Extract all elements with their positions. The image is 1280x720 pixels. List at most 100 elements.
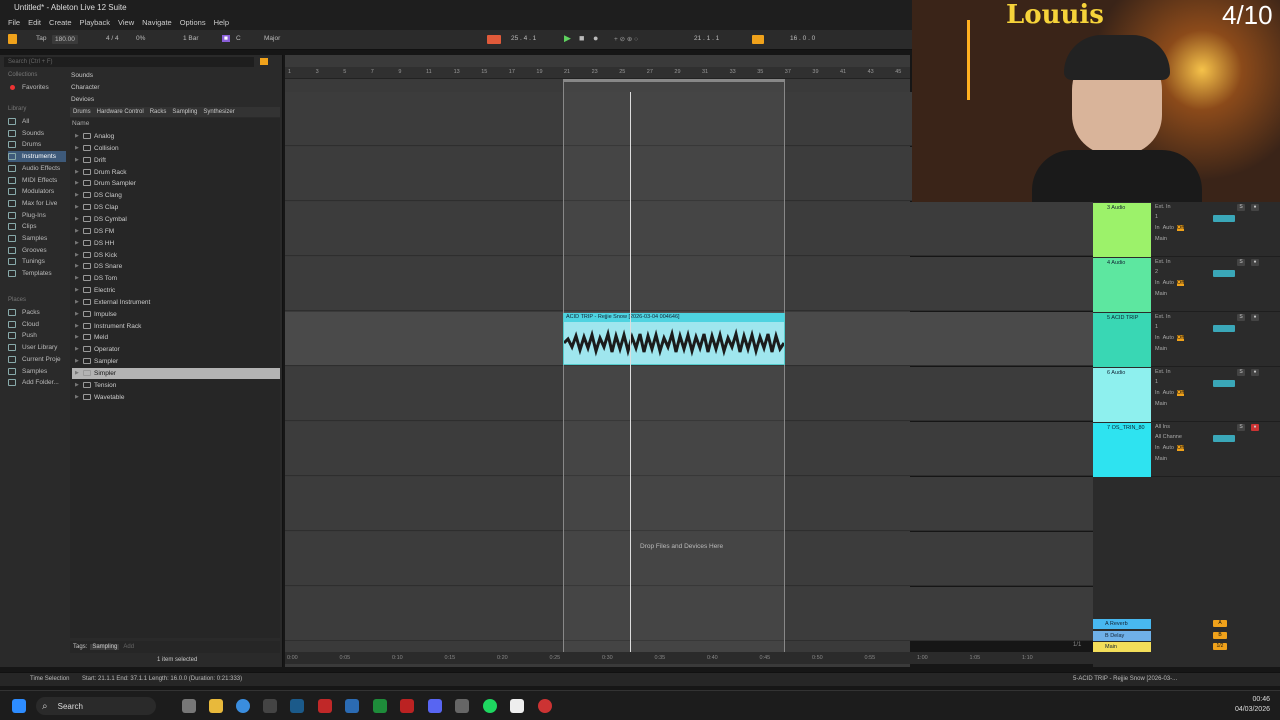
place-item-user-library[interactable]: User Library <box>8 342 66 353</box>
expand-arrow-icon[interactable]: ▶ <box>75 131 79 142</box>
name-column-header[interactable]: Name <box>72 120 89 127</box>
tag-drums[interactable]: Drums <box>73 109 91 115</box>
monitor-in-button[interactable]: In <box>1155 390 1160 396</box>
device-item[interactable]: ▶ DS Clap <box>72 202 280 213</box>
device-item[interactable]: ▶ Meld <box>72 332 280 343</box>
device-item[interactable]: ▶ DS Cymbal <box>72 214 280 225</box>
link-icon[interactable] <box>8 34 17 44</box>
expand-arrow-icon[interactable]: ▶ <box>75 167 79 178</box>
input-channel-select[interactable]: All Channe <box>1155 434 1182 440</box>
arrangement-record-icon[interactable] <box>487 35 501 44</box>
app-gear-icon[interactable] <box>455 699 469 713</box>
expand-arrow-icon[interactable]: ▶ <box>75 309 79 320</box>
arm-button[interactable]: ● <box>1251 314 1259 321</box>
arm-button[interactable]: ● <box>1251 369 1259 376</box>
tag-racks[interactable]: Racks <box>150 109 167 115</box>
expand-arrow-icon[interactable]: ▶ <box>75 344 79 355</box>
monitor-in-button[interactable]: In <box>1155 335 1160 341</box>
device-item[interactable]: ▶ External Instrument <box>72 297 280 308</box>
tap-button[interactable]: Tap <box>36 35 46 42</box>
expand-arrow-icon[interactable]: ▶ <box>75 380 79 391</box>
output-select[interactable]: Main <box>1155 346 1167 352</box>
arm-button[interactable]: ● <box>1251 424 1259 431</box>
arm-button[interactable]: ● <box>1251 204 1259 211</box>
expand-arrow-icon[interactable]: ▶ <box>75 321 79 332</box>
expand-arrow-icon[interactable]: ▶ <box>75 190 79 201</box>
expand-arrow-icon[interactable]: ▶ <box>75 238 79 249</box>
time-signature[interactable]: 4 / 4 <box>106 35 119 42</box>
menu-options[interactable]: Options <box>180 18 206 27</box>
device-item[interactable]: ▶ Sampler <box>72 356 280 367</box>
acrobat-icon[interactable] <box>318 699 332 713</box>
library-item-all[interactable]: All <box>8 116 66 127</box>
device-item[interactable]: ▶ Instrument Rack <box>72 321 280 332</box>
device-item[interactable]: ▶ DS Tom <box>72 273 280 284</box>
output-select[interactable]: Main <box>1155 291 1167 297</box>
track-title[interactable]: 3 Audio <box>1093 203 1151 257</box>
expand-arrow-icon[interactable]: ▶ <box>75 250 79 261</box>
expand-arrow-icon[interactable]: ▶ <box>75 285 79 296</box>
device-item[interactable]: ▶ DS Snare <box>72 261 280 272</box>
menu-create[interactable]: Create <box>49 18 72 27</box>
tag-chip[interactable]: Sampling <box>90 644 120 650</box>
expand-arrow-icon[interactable]: ▶ <box>75 214 79 225</box>
arm-button[interactable]: ● <box>1251 259 1259 266</box>
menu-playback[interactable]: Playback <box>80 18 110 27</box>
filter-devices[interactable]: Devices <box>71 96 94 103</box>
expand-arrow-icon[interactable]: ▶ <box>75 297 79 308</box>
return-letter[interactable]: B <box>1213 631 1227 639</box>
device-item[interactable]: ▶ Wavetable <box>72 392 280 403</box>
return-name[interactable]: B Delay <box>1093 630 1151 641</box>
device-item[interactable]: ▶ Drift <box>72 155 280 166</box>
expand-arrow-icon[interactable]: ▶ <box>75 143 79 154</box>
steam-icon[interactable] <box>290 699 304 713</box>
discord-icon[interactable] <box>428 699 442 713</box>
expand-arrow-icon[interactable]: ▶ <box>75 368 79 379</box>
mixer-track[interactable]: 3 Audio Ext. In 1 In Auto Off Main S ● <box>1093 203 1280 257</box>
input-channel-select[interactable]: 1 <box>1155 324 1158 330</box>
drop-zone-hint[interactable]: Drop Files and Devices Here <box>640 543 723 550</box>
expand-arrow-icon[interactable]: ▶ <box>75 178 79 189</box>
place-item-current-proje[interactable]: Current Proje <box>8 354 66 365</box>
browser-filter-icon[interactable] <box>260 58 268 65</box>
expand-arrow-icon[interactable]: ▶ <box>75 202 79 213</box>
key-root[interactable]: C <box>236 35 241 42</box>
monitor-auto-button[interactable]: Auto <box>1163 335 1174 341</box>
input-channel-select[interactable]: 1 <box>1155 214 1158 220</box>
play-icon[interactable]: ▶ <box>564 33 571 44</box>
stop-icon[interactable]: ■ <box>579 33 584 43</box>
expand-arrow-icon[interactable]: ▶ <box>75 155 79 166</box>
input-type-select[interactable]: All Ins <box>1155 424 1170 430</box>
library-item-drums[interactable]: Drums <box>8 139 66 150</box>
solo-button[interactable]: S <box>1237 204 1245 211</box>
place-item-cloud[interactable]: Cloud <box>8 319 66 330</box>
device-item[interactable]: ▶ DS HH <box>72 238 280 249</box>
app-c-icon[interactable] <box>345 699 359 713</box>
library-item-instruments[interactable]: Instruments <box>8 151 66 163</box>
return-letter[interactable]: A <box>1213 620 1227 627</box>
library-item-max-for-live[interactable]: Max for Live <box>8 198 66 209</box>
device-item[interactable]: ▶ Drum Rack <box>72 167 280 178</box>
clip-title[interactable]: ACID TRIP - Rejjie Snow [2026-03-04 0046… <box>564 313 784 322</box>
mixer-track[interactable]: 6 Audio Ext. In 1 In Auto Off Main S ● <box>1093 368 1280 422</box>
time-selection[interactable] <box>563 80 785 660</box>
output-select[interactable]: Main <box>1155 401 1167 407</box>
device-item[interactable]: ▶ Tension <box>72 380 280 391</box>
monitor-auto-button[interactable]: Auto <box>1163 225 1174 231</box>
volume-slider[interactable] <box>1213 325 1235 332</box>
device-item[interactable]: ▶ Simpler <box>72 368 280 379</box>
menu-edit[interactable]: Edit <box>28 18 41 27</box>
time-ruler[interactable]: 0:00 0:05 0:10 0:15 0:20 0:25 0:30 0:35 0:40 0:45… <box>285 652 1093 664</box>
monitor-auto-button[interactable]: Auto <box>1163 280 1174 286</box>
key-icon[interactable]: ■ <box>222 35 230 42</box>
device-item[interactable]: ▶ Electric <box>72 285 280 296</box>
library-item-plug-ins[interactable]: Plug-Ins <box>8 210 66 221</box>
place-item-packs[interactable]: Packs <box>8 307 66 318</box>
monitor-off-button[interactable]: Off <box>1176 280 1185 286</box>
ableton-icon[interactable] <box>263 699 277 713</box>
menu-help[interactable]: Help <box>214 18 229 27</box>
input-type-select[interactable]: Ext. In <box>1155 369 1171 375</box>
output-select[interactable]: Main <box>1155 236 1167 242</box>
track-title[interactable]: 7 OS_TRIN_80 <box>1093 423 1151 477</box>
solo-button[interactable]: S <box>1237 259 1245 266</box>
